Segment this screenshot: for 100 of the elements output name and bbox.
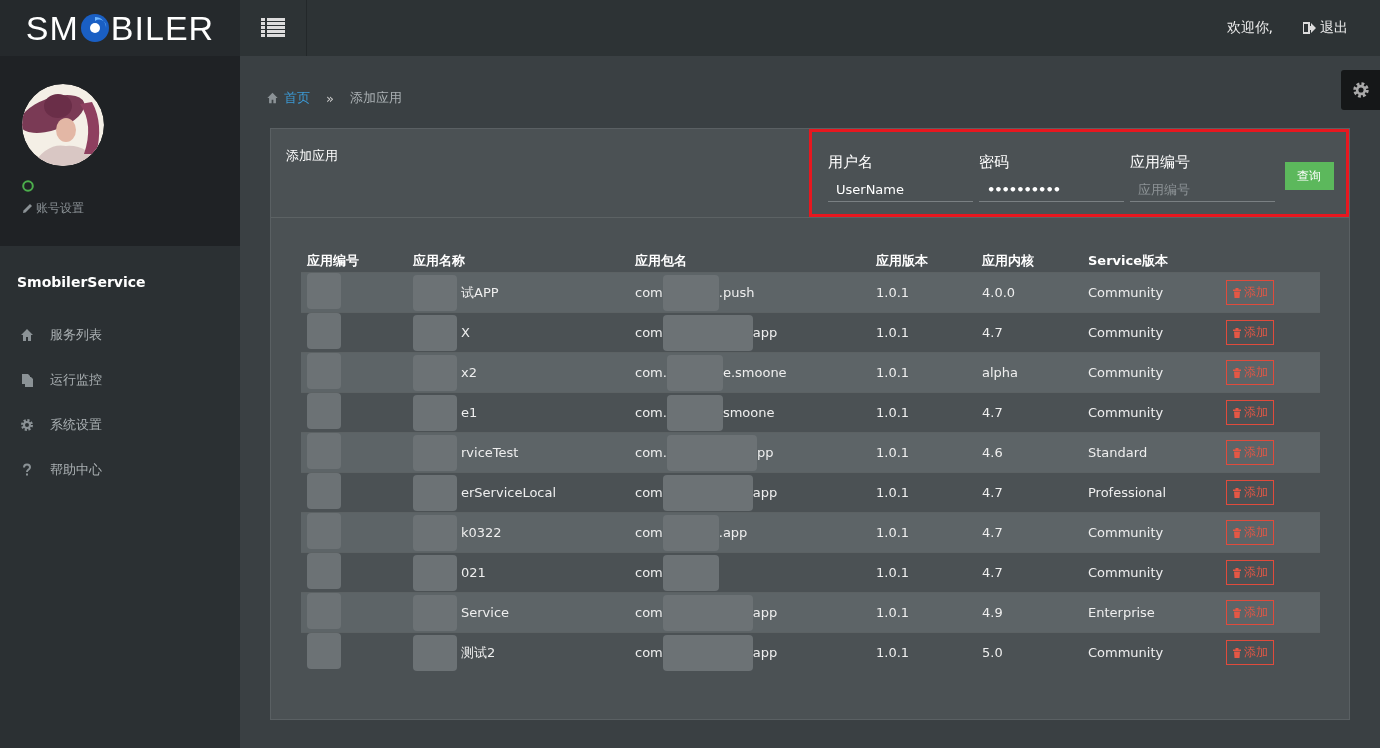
breadcrumb-current: 添加应用 (349, 89, 402, 107)
redaction-blur (666, 394, 723, 431)
redaction-blur (307, 633, 341, 669)
query-button[interactable]: 查询 (1284, 162, 1334, 190)
home-icon (20, 327, 34, 342)
table-cell: 4.7 (982, 485, 1003, 500)
column-header: 应用内核 (982, 253, 1034, 268)
table-cell: com (635, 565, 663, 580)
question-icon (20, 462, 34, 477)
breadcrumb-link[interactable]: 首页 (284, 89, 310, 107)
column-header: 应用名称 (413, 253, 465, 268)
logout-icon (1303, 22, 1316, 34)
table-cell: 1.0.1 (876, 485, 910, 500)
table-cell: 1.0.1 (876, 565, 910, 580)
table-cell: 1.0.1 (876, 325, 910, 340)
input-field[interactable]: 应用编号 (1129, 178, 1275, 202)
trash-icon (1232, 567, 1242, 578)
input-field[interactable]: •••••••••• (978, 178, 1124, 202)
logo: SM BILER (0, 0, 240, 56)
table-cell: com. (635, 405, 667, 420)
add-button[interactable]: 添加 (1226, 640, 1274, 665)
logout-button[interactable]: 退出 (1303, 19, 1348, 37)
column-header: Service版本 (1088, 253, 1169, 268)
add-button[interactable]: 添加 (1226, 480, 1274, 505)
table-cell: 4.7 (982, 525, 1003, 540)
table-cell: 1.0.1 (876, 645, 910, 660)
redaction-blur (307, 433, 341, 469)
field-label: 应用编号 (1129, 153, 1191, 172)
redaction-blur (307, 473, 341, 509)
column-header: 应用版本 (876, 253, 928, 268)
redaction-blur (413, 634, 457, 671)
table-cell: 4.0.0 (982, 285, 1016, 300)
add-button[interactable]: 添加 (1226, 600, 1274, 625)
table-cell: 测试2 (461, 643, 496, 662)
redaction-blur (413, 554, 457, 591)
add-button[interactable]: 添加 (1226, 320, 1274, 345)
add-button[interactable]: 添加 (1226, 520, 1274, 545)
table-cell: com (635, 645, 663, 660)
table-cell: com (635, 525, 663, 540)
nav-item[interactable]: 服务列表 (50, 325, 102, 344)
pencil-icon (22, 203, 33, 214)
redaction-blur (307, 593, 341, 629)
table-cell: 1.0.1 (876, 445, 910, 460)
add-button[interactable]: 添加 (1226, 360, 1274, 385)
redaction-blur (307, 313, 341, 349)
trash-icon (1232, 447, 1242, 458)
table-cell: 4.6 (982, 445, 1003, 460)
add-button[interactable]: 添加 (1226, 400, 1274, 425)
table-cell: Community (1088, 565, 1164, 580)
trash-icon (1232, 647, 1242, 658)
table-cell: com. (635, 445, 667, 460)
add-button[interactable]: 添加 (1226, 440, 1274, 465)
nav-item[interactable]: 系统设置 (50, 415, 102, 434)
table-cell: X (461, 325, 470, 340)
table-cell: app (752, 605, 778, 620)
gear-icon (1351, 81, 1370, 99)
table-cell: rviceTest (461, 445, 519, 460)
table-cell: Community (1088, 325, 1164, 340)
menu-icon[interactable] (261, 18, 285, 38)
table-cell: Professional (1088, 485, 1167, 500)
account-settings-link[interactable]: 账号设置 (36, 200, 84, 217)
trash-icon (1232, 367, 1242, 378)
table-cell: 1.0.1 (876, 525, 910, 540)
table-cell: 1.0.1 (876, 365, 910, 380)
table-cell: k0322 (461, 525, 502, 540)
redaction-blur (413, 314, 457, 351)
table-cell: .app (718, 525, 748, 540)
table-cell: 1.0.1 (876, 605, 910, 620)
table-cell: 1.0.1 (876, 405, 910, 420)
table-cell: Service (461, 605, 510, 620)
table-cell: Community (1088, 365, 1164, 380)
table-cell: com (635, 605, 663, 620)
service-name: SmobilerService (16, 273, 147, 292)
redaction-blur (307, 553, 341, 589)
gear-icon (20, 417, 34, 432)
field-label: 用户名 (828, 153, 874, 172)
table-cell: .push (718, 285, 755, 300)
add-button[interactable]: 添加 (1226, 280, 1274, 305)
table-cell: app (752, 645, 778, 660)
trash-icon (1232, 487, 1242, 498)
table-cell: Community (1088, 405, 1164, 420)
settings-button[interactable] (1341, 70, 1380, 110)
redaction-blur (307, 513, 341, 549)
column-header: 应用包名 (635, 253, 687, 268)
table-cell: 1.0.1 (876, 285, 910, 300)
redaction-blur (307, 353, 341, 389)
table-cell: com (635, 325, 663, 340)
breadcrumb-separator: » (326, 90, 334, 106)
copy-icon (20, 372, 34, 387)
field-label: 密码 (978, 153, 1010, 172)
add-button[interactable]: 添加 (1226, 560, 1274, 585)
input-field[interactable]: UserName (828, 178, 973, 202)
table-cell: Enterprise (1088, 605, 1155, 620)
trash-icon (1232, 527, 1242, 538)
nav-item[interactable]: 运行监控 (50, 370, 102, 389)
table-cell: 5.0 (982, 645, 1003, 660)
redaction-blur (413, 394, 457, 431)
table-cell: e1 (461, 405, 478, 420)
nav-item[interactable]: 帮助中心 (50, 460, 102, 479)
home-icon (266, 92, 279, 104)
